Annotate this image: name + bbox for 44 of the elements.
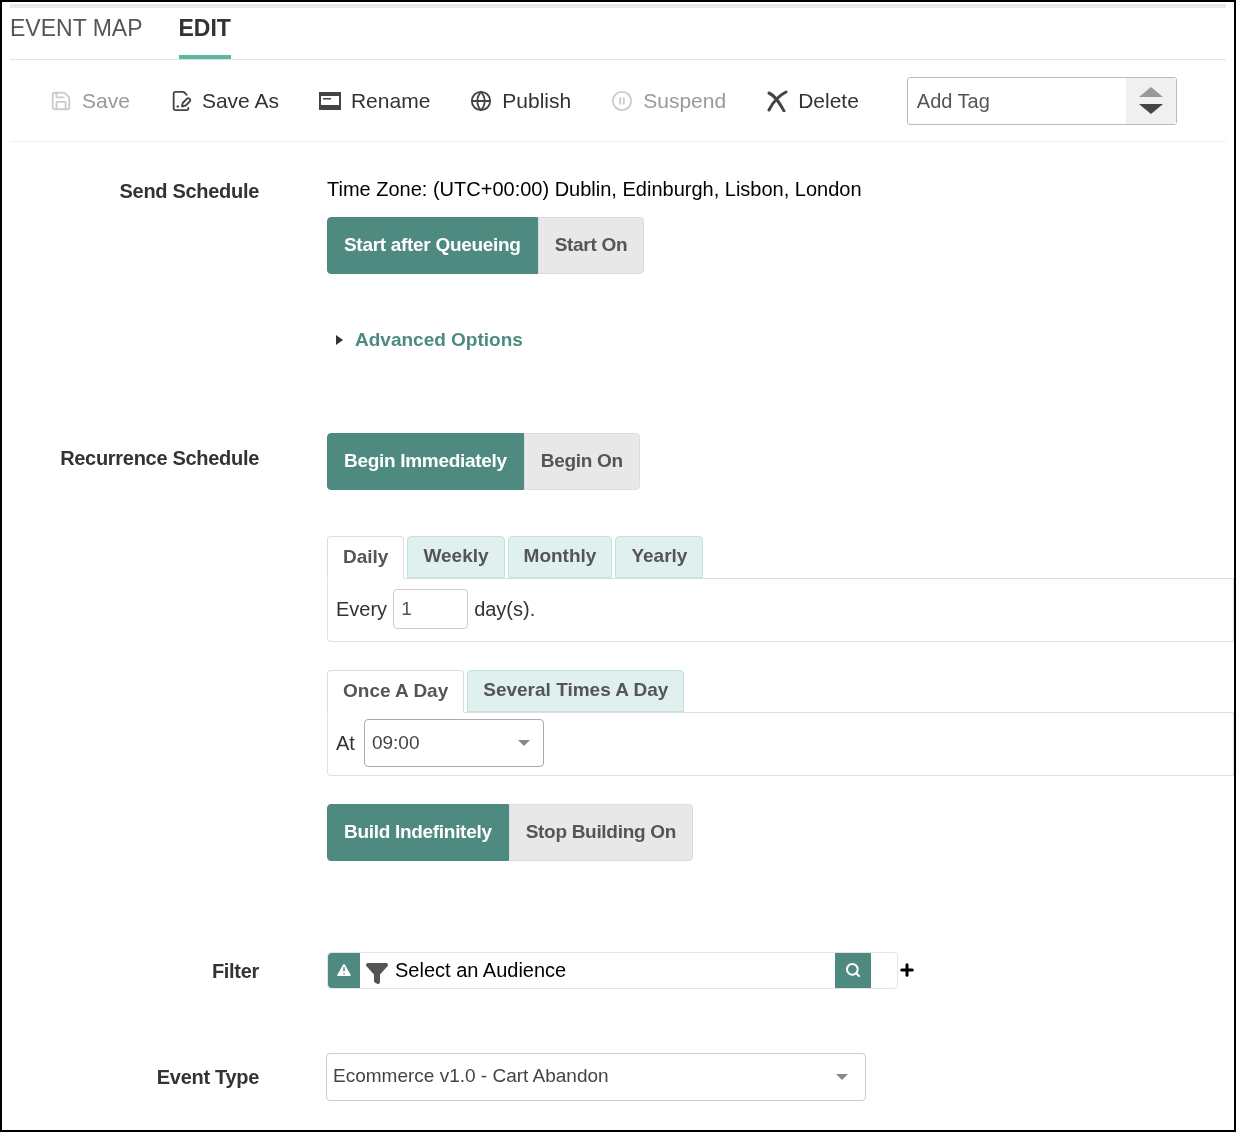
field-label: Send Schedule	[119, 180, 259, 202]
audience-input[interactable]: Select an Audience	[389, 952, 835, 988]
event-type-select[interactable]: Ecommerce v1.0 - Cart Abandon	[326, 1052, 866, 1101]
every-label: Every	[336, 597, 388, 622]
tab[interactable]: Daily	[327, 535, 405, 579]
tab[interactable]: EVENT MAP	[10, 10, 143, 59]
toggle-option[interactable]: Start after Queueing	[327, 217, 538, 274]
audience-search-bar[interactable]: Select an Audience	[327, 951, 898, 989]
advanced-options-toggle[interactable]: Advanced Options	[336, 326, 523, 355]
plus-icon[interactable]	[898, 961, 916, 979]
tab[interactable]: Monthly	[507, 535, 613, 578]
time-zone-text: Time Zone: (UTC+00:00) Dublin, Edinburgh, Lisbon, London	[327, 177, 863, 202]
warning-icon	[328, 952, 360, 988]
globe-icon	[470, 89, 493, 112]
interval-input[interactable]: 1	[393, 589, 469, 629]
toolbar-button[interactable]: Publish	[470, 84, 572, 117]
toggle-option[interactable]: Build Indefinitely	[327, 803, 509, 861]
unit-label: day(s).	[474, 597, 536, 622]
filter-icon	[365, 961, 389, 985]
tab[interactable]: Several Times A Day	[467, 669, 685, 712]
field-label: Event Type	[156, 1065, 259, 1088]
tag-combobox[interactable]: Add Tag	[906, 76, 1177, 125]
tag-input[interactable]: Add Tag	[907, 77, 1126, 124]
at-label: At	[336, 731, 355, 756]
toggle-option[interactable]: Start On	[537, 217, 645, 274]
time-select[interactable]: 09:00	[363, 719, 544, 767]
tab[interactable]: Weekly	[407, 535, 505, 578]
field-label: Filter	[211, 959, 259, 982]
toolbar-button[interactable]: Save As	[169, 84, 279, 117]
pause-icon	[611, 89, 634, 112]
toolbar-button[interactable]: Rename	[318, 84, 431, 117]
search-button[interactable]	[835, 952, 871, 988]
toggle-option[interactable]: Stop Building On	[508, 803, 693, 861]
toggle-option[interactable]: Begin Immediately	[327, 432, 524, 490]
tab[interactable]: Once A Day	[327, 669, 465, 713]
tab[interactable]: EDIT	[178, 10, 231, 59]
field-label: Recurrence Schedule	[60, 446, 259, 469]
text-field-icon	[318, 91, 341, 110]
toolbar-button[interactable]: Delete	[766, 84, 859, 117]
search-icon	[845, 962, 861, 978]
tab[interactable]: Yearly	[615, 535, 704, 578]
toggle-option[interactable]: Begin On	[523, 432, 640, 490]
cross-stroke-icon	[766, 89, 789, 112]
spinner-arrows-icon[interactable]	[1125, 77, 1176, 124]
